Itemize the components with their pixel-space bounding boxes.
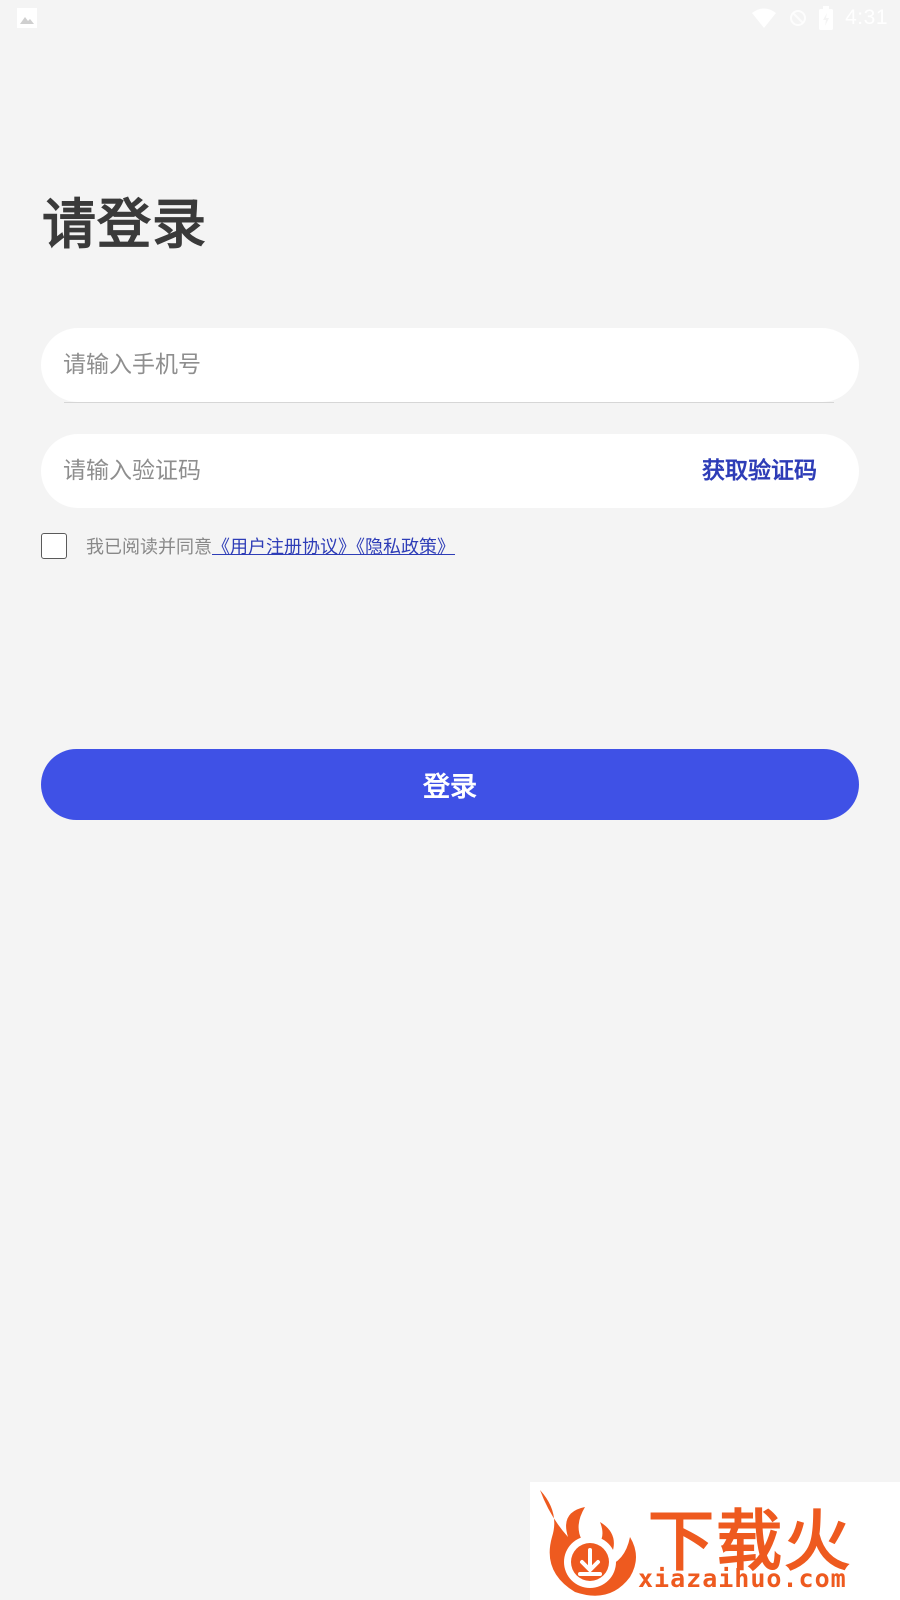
status-time: 4:31: [845, 6, 888, 29]
page-title: 请登录: [42, 193, 207, 256]
agree-checkbox[interactable]: [41, 533, 67, 559]
phone-input[interactable]: [63, 328, 623, 402]
watermark: 下载火 xiazaihuo.com: [530, 1482, 900, 1600]
status-icons: 4:31: [751, 6, 888, 30]
agreement-text: 我已阅读并同意: [86, 537, 212, 558]
wifi-icon: [752, 8, 777, 28]
status-bar: 4:31: [0, 0, 900, 36]
code-field: 获取验证码: [41, 434, 859, 508]
battery-icon: [819, 6, 834, 30]
image-icon: [17, 8, 37, 28]
flame-logo-icon: [540, 1490, 636, 1596]
watermark-url: xiazaihuo.com: [638, 1564, 847, 1593]
verification-code-input[interactable]: [63, 434, 623, 508]
agreement-links[interactable]: 《用户注册协议》《隐私政策》: [212, 533, 455, 559]
no-sim-icon: [790, 10, 807, 26]
get-code-button[interactable]: 获取验证码: [702, 434, 817, 508]
phone-field: [41, 328, 859, 402]
agreement-row: 我已阅读并同意 《用户注册协议》《隐私政策》: [41, 532, 455, 560]
phone-underline: [64, 402, 834, 403]
login-button[interactable]: 登录: [41, 749, 859, 820]
